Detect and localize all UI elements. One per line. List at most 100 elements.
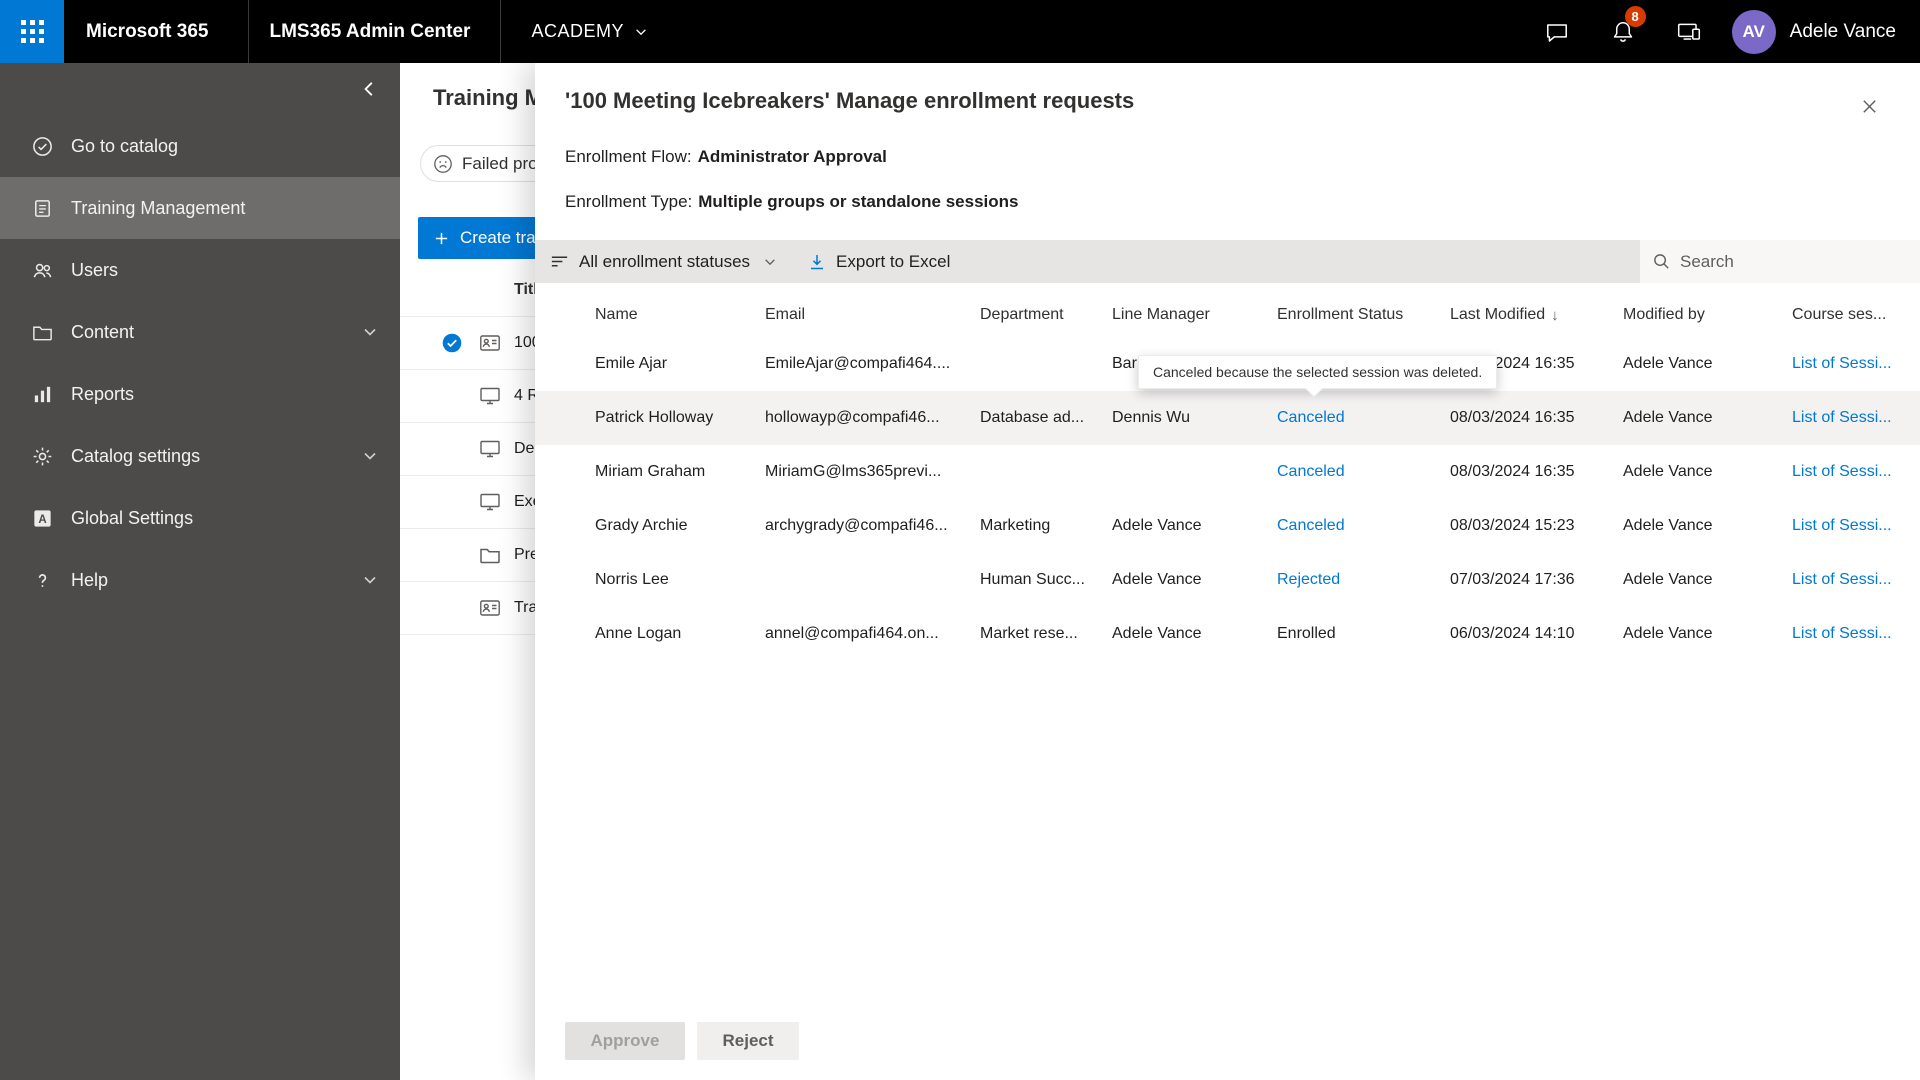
cell-course-sessions[interactable]: List of Sessi... bbox=[1792, 517, 1920, 535]
contact-card-icon bbox=[478, 596, 502, 620]
cell-name: Norris Lee bbox=[595, 571, 765, 589]
enrollment-row[interactable]: Norris LeeHuman Succ...Adele VanceReject… bbox=[535, 553, 1920, 607]
status-tooltip: Canceled because the selected session wa… bbox=[1138, 355, 1497, 389]
sidebar-collapse-button[interactable] bbox=[354, 74, 384, 104]
enrollment-row[interactable]: Anne Loganannel@compafi464.on...Market r… bbox=[535, 607, 1920, 661]
sad-face-icon bbox=[433, 154, 453, 174]
column-header-name[interactable]: Name bbox=[595, 306, 765, 324]
chevron-left-icon bbox=[360, 80, 378, 98]
plus-icon bbox=[434, 231, 449, 246]
selection-placeholder bbox=[442, 545, 462, 565]
status-filter-dropdown[interactable]: All enrollment statuses bbox=[535, 240, 785, 283]
table-header-row: Name EmailDepartmentLine Manager Enrollmen… bbox=[535, 293, 1920, 337]
avatar[interactable]: AV bbox=[1732, 10, 1776, 54]
chevron-down-icon bbox=[763, 255, 777, 269]
user-name[interactable]: Adele Vance bbox=[1790, 21, 1896, 43]
folder-icon bbox=[478, 543, 502, 567]
column-header-label: Course ses... bbox=[1792, 306, 1886, 324]
monitor-icon bbox=[478, 490, 502, 514]
cell-course-sessions[interactable]: List of Sessi... bbox=[1792, 409, 1920, 427]
enrollment-row[interactable]: Patrick Hollowayhollowayp@compafi46...Da… bbox=[535, 391, 1920, 445]
cell-department: Marketing bbox=[980, 517, 1112, 535]
search-icon bbox=[1652, 252, 1671, 271]
admin-center-title[interactable]: LMS365 Admin Center bbox=[249, 0, 501, 63]
sidebar-collapse-row bbox=[0, 63, 400, 115]
sidebar-nav: Go to catalogTraining ManagementUsersCon… bbox=[0, 115, 400, 611]
monitor-icon bbox=[478, 437, 502, 461]
enrollment-flow-value: Administrator Approval bbox=[698, 147, 887, 166]
help-icon bbox=[31, 569, 54, 592]
column-header-last-modified[interactable]: Last Modified↓ bbox=[1450, 306, 1623, 324]
chevron-down-icon bbox=[362, 448, 378, 464]
cell-status[interactable]: Canceled bbox=[1277, 463, 1450, 481]
cell-modified-by: Adele Vance bbox=[1623, 463, 1792, 481]
org-selector[interactable]: ACADEMY bbox=[501, 0, 648, 63]
sidebar-item-users[interactable]: Users bbox=[0, 239, 400, 301]
column-header-label: Line Manager bbox=[1112, 306, 1210, 324]
selection-placeholder bbox=[442, 386, 462, 406]
export-excel-button[interactable]: Export to Excel bbox=[795, 240, 962, 283]
org-name: ACADEMY bbox=[531, 21, 624, 42]
enrollment-type-line: Enrollment Type:Multiple groups or stand… bbox=[565, 192, 1019, 212]
status-tooltip-text: Canceled because the selected session wa… bbox=[1153, 364, 1482, 380]
sidebar-item-reports[interactable]: Reports bbox=[0, 363, 400, 425]
cell-course-sessions[interactable]: List of Sessi... bbox=[1792, 571, 1920, 589]
search-input[interactable] bbox=[1680, 252, 1908, 272]
cell-status[interactable]: Rejected bbox=[1277, 571, 1450, 589]
column-header-modified-by[interactable]: Modified by bbox=[1623, 306, 1792, 324]
cell-modified-by: Adele Vance bbox=[1623, 409, 1792, 427]
training-list-icon bbox=[31, 197, 54, 220]
cell-course-sessions[interactable]: List of Sessi... bbox=[1792, 355, 1920, 373]
cell-modified-by: Adele Vance bbox=[1623, 517, 1792, 535]
close-button[interactable] bbox=[1852, 89, 1886, 123]
sidebar-item-go-to-catalog[interactable]: Go to catalog bbox=[0, 115, 400, 177]
cell-email: hollowayp@compafi46... bbox=[765, 409, 980, 427]
cell-course-sessions[interactable]: List of Sessi... bbox=[1792, 625, 1920, 643]
selection-placeholder bbox=[442, 598, 462, 618]
cell-course-sessions[interactable]: List of Sessi... bbox=[1792, 463, 1920, 481]
failed-filter-label: Failed pro bbox=[462, 154, 538, 174]
column-header-enrollment-status[interactable]: Enrollment Status bbox=[1277, 306, 1450, 324]
cell-email: EmileAjar@compafi464.... bbox=[765, 355, 980, 373]
devices-button[interactable] bbox=[1656, 0, 1722, 63]
close-icon bbox=[1860, 97, 1879, 116]
sidebar-item-catalog-settings[interactable]: Catalog settings bbox=[0, 425, 400, 487]
notifications-button[interactable]: 8 bbox=[1590, 0, 1656, 63]
cell-name: Anne Logan bbox=[595, 625, 765, 643]
column-header-label: Name bbox=[595, 306, 638, 324]
cell-modified-by: Adele Vance bbox=[1623, 625, 1792, 643]
cell-last-modified: 08/03/2024 15:23 bbox=[1450, 517, 1623, 535]
selection-placeholder bbox=[442, 492, 462, 512]
devices-icon bbox=[1676, 19, 1702, 45]
cell-status[interactable]: Canceled bbox=[1277, 409, 1450, 427]
feedback-button[interactable] bbox=[1524, 0, 1590, 63]
monitor-icon bbox=[478, 384, 502, 408]
catalog-check-icon bbox=[31, 135, 54, 158]
chat-icon bbox=[1544, 19, 1570, 45]
cell-name: Patrick Holloway bbox=[595, 409, 765, 427]
sidebar-item-label: Catalog settings bbox=[71, 446, 362, 467]
notification-badge: 8 bbox=[1625, 6, 1646, 27]
product-name[interactable]: Microsoft 365 bbox=[64, 0, 249, 63]
enrollment-row[interactable]: Grady Archiearchygrady@compafi46...Marke… bbox=[535, 499, 1920, 553]
folder-icon bbox=[31, 321, 54, 344]
sidebar-item-training-management[interactable]: Training Management bbox=[0, 177, 400, 239]
waffle-icon bbox=[21, 20, 44, 43]
cell-name: Grady Archie bbox=[595, 517, 765, 535]
cell-modified-by: Adele Vance bbox=[1623, 355, 1792, 373]
approve-button[interactable]: Approve bbox=[565, 1022, 685, 1060]
cell-status[interactable]: Canceled bbox=[1277, 517, 1450, 535]
cell-last-modified: 08/03/2024 16:35 bbox=[1450, 463, 1623, 481]
sidebar-item-content[interactable]: Content bbox=[0, 301, 400, 363]
sidebar-item-help[interactable]: Help bbox=[0, 549, 400, 611]
column-header-course-ses[interactable]: Course ses... bbox=[1792, 306, 1920, 324]
enrollment-row[interactable]: Miriam GrahamMiriamG@lms365previ...Cance… bbox=[535, 445, 1920, 499]
reject-button[interactable]: Reject bbox=[697, 1022, 799, 1060]
column-header-email[interactable]: Email bbox=[765, 306, 980, 324]
enrollment-flow-line: Enrollment Flow:Administrator Approval bbox=[565, 147, 887, 167]
app-launcher-button[interactable] bbox=[0, 0, 64, 63]
column-header-label: Modified by bbox=[1623, 306, 1705, 324]
column-header-line-manager[interactable]: Line Manager bbox=[1112, 306, 1277, 324]
sidebar-item-global-settings[interactable]: AGlobal Settings bbox=[0, 487, 400, 549]
column-header-department[interactable]: Department bbox=[980, 306, 1112, 324]
